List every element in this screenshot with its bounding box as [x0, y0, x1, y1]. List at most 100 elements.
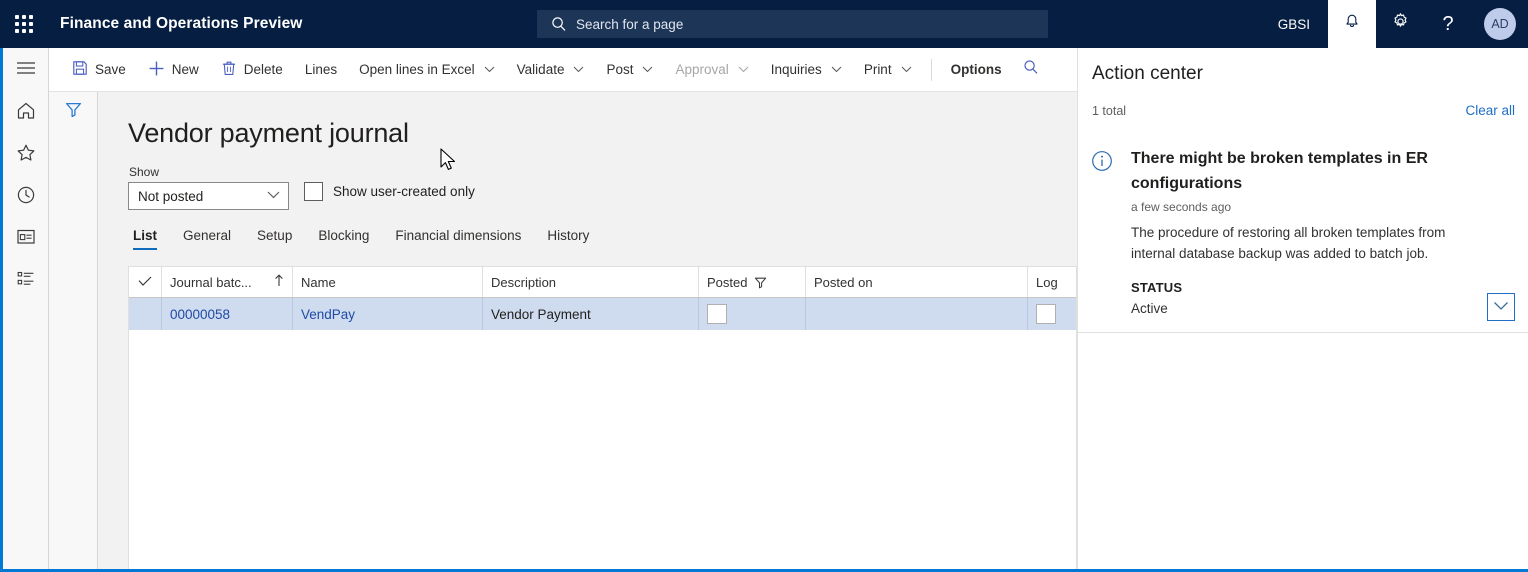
tab-setup[interactable]: Setup	[244, 220, 305, 250]
app-launcher-icon	[15, 15, 33, 33]
save-button[interactable]: Save	[61, 48, 137, 92]
options-button[interactable]: Options	[940, 48, 1013, 92]
tab-general[interactable]: General	[170, 220, 244, 250]
company-selector[interactable]: GBSI	[1260, 0, 1328, 48]
filter-funnel-icon	[754, 276, 767, 289]
tab-list-label: List	[133, 227, 158, 243]
table-row[interactable]: 00000058 VendPay Vendor Payment	[129, 298, 1076, 330]
cell-log[interactable]	[1028, 298, 1076, 330]
inquiries-button[interactable]: Inquiries	[760, 48, 853, 92]
notifications-button[interactable]	[1328, 0, 1376, 48]
page-title: Vendor payment journal	[128, 118, 409, 148]
chevron-down-icon	[901, 65, 912, 75]
log-checkbox[interactable]	[1036, 304, 1056, 324]
grid-header-row: Journal batc... Name Description Posted	[129, 267, 1076, 298]
cell-posted-on[interactable]	[806, 298, 1028, 330]
trash-icon	[221, 60, 237, 79]
top-bar-right-group: GBSI ? AD	[1260, 0, 1528, 48]
cell-posted[interactable]	[699, 298, 806, 330]
sidebar-item-modules[interactable]	[3, 260, 49, 302]
app-root: Finance and Operations Preview Search fo…	[0, 0, 1528, 572]
chevron-down-icon	[1493, 298, 1509, 316]
cell-journal-batch-number[interactable]: 00000058	[162, 298, 293, 330]
star-icon	[16, 143, 36, 167]
settings-button[interactable]	[1376, 0, 1424, 48]
posted-checkbox[interactable]	[707, 304, 727, 324]
lines-label: Lines	[304, 62, 338, 77]
new-button[interactable]: New	[137, 48, 210, 92]
column-name[interactable]: Name	[293, 267, 483, 297]
show-field-label: Show	[129, 165, 160, 179]
cell-name[interactable]: VendPay	[293, 298, 483, 330]
show-dropdown[interactable]: Not posted	[128, 182, 289, 210]
column-log[interactable]: Log	[1028, 267, 1076, 297]
new-label: New	[171, 62, 199, 77]
journal-grid: Journal batc... Name Description Posted	[128, 266, 1077, 569]
sidebar-item-favorites[interactable]	[3, 134, 49, 176]
page-search-button[interactable]	[1013, 48, 1049, 92]
notification-status-value: Active	[1131, 301, 1168, 316]
print-button[interactable]: Print	[853, 48, 923, 92]
notification-item[interactable]: There might be broken templates in ER co…	[1078, 136, 1528, 333]
show-filters-button[interactable]	[49, 92, 97, 132]
tab-history-label: History	[547, 227, 590, 243]
chevron-down-icon	[484, 65, 495, 75]
column-select-all[interactable]	[129, 267, 162, 297]
hamburger-menu-icon	[16, 61, 36, 80]
tab-blocking[interactable]: Blocking	[305, 220, 382, 250]
action-pane-toolbar: Save New Delete Lines Open lines in Exce…	[49, 48, 1077, 92]
chevron-down-icon	[642, 65, 653, 75]
toolbar-divider	[930, 58, 932, 81]
sidebar-item-workspaces[interactable]	[3, 218, 49, 260]
notification-heading: There might be broken templates in ER co…	[1131, 150, 1428, 192]
sidebar-item-home[interactable]	[3, 92, 49, 134]
tab-general-label: General	[183, 227, 232, 243]
tab-history[interactable]: History	[534, 220, 602, 250]
clear-all-button[interactable]: Clear all	[1465, 103, 1515, 118]
cell-description[interactable]: Vendor Payment	[483, 298, 699, 330]
app-title: Finance and Operations Preview	[60, 15, 303, 32]
sidebar-item-recent[interactable]	[3, 176, 49, 218]
app-launcher-button[interactable]	[0, 0, 48, 48]
notification-expand-button[interactable]	[1487, 293, 1515, 321]
notification-body: The procedure of restoring all broken te…	[1131, 225, 1446, 261]
question-mark-icon: ?	[1442, 13, 1454, 35]
plus-icon	[148, 60, 165, 80]
validate-label: Validate	[516, 62, 565, 77]
gear-icon	[1391, 12, 1410, 36]
column-journal-batch-number[interactable]: Journal batc...	[162, 267, 293, 297]
sidebar-item-expand-navigation[interactable]	[3, 48, 49, 92]
modules-list-icon	[16, 270, 36, 292]
tab-blocking-label: Blocking	[318, 227, 370, 243]
tab-list[interactable]: List	[120, 220, 170, 250]
row-select-cell[interactable]	[129, 298, 162, 330]
action-center-title: Action center	[1092, 63, 1203, 84]
workspaces-icon	[16, 228, 36, 250]
column-description[interactable]: Description	[483, 267, 699, 297]
open-lines-in-excel-button[interactable]: Open lines in Excel	[348, 48, 506, 92]
help-button[interactable]: ?	[1424, 0, 1472, 48]
print-label: Print	[863, 62, 892, 77]
user-account-button[interactable]: AD	[1472, 0, 1528, 48]
avatar: AD	[1484, 8, 1516, 40]
action-center-total-count: 1 total	[1092, 104, 1127, 118]
column-posted-on[interactable]: Posted on	[806, 267, 1028, 297]
show-user-created-only-checkbox[interactable]: Show user-created only	[304, 182, 475, 201]
validate-button[interactable]: Validate	[506, 48, 596, 92]
save-label: Save	[95, 62, 126, 77]
open-lines-in-excel-label: Open lines in Excel	[359, 62, 475, 77]
filter-rail	[49, 92, 98, 569]
post-button[interactable]: Post	[595, 48, 664, 92]
column-posted[interactable]: Posted	[699, 267, 806, 297]
chevron-down-icon	[573, 65, 584, 75]
global-search-input[interactable]: Search for a page	[537, 10, 1048, 38]
delete-button[interactable]: Delete	[210, 48, 294, 92]
info-circle-icon	[1091, 150, 1113, 172]
action-center-panel: Action center 1 total Clear all There mi…	[1077, 48, 1528, 569]
checkbox-box	[304, 182, 323, 201]
tab-financial-dimensions[interactable]: Financial dimensions	[382, 220, 534, 250]
lines-button[interactable]: Lines	[294, 48, 348, 92]
checkmark-icon	[138, 275, 152, 290]
options-label: Options	[950, 62, 1002, 77]
save-disk-icon	[72, 60, 88, 79]
